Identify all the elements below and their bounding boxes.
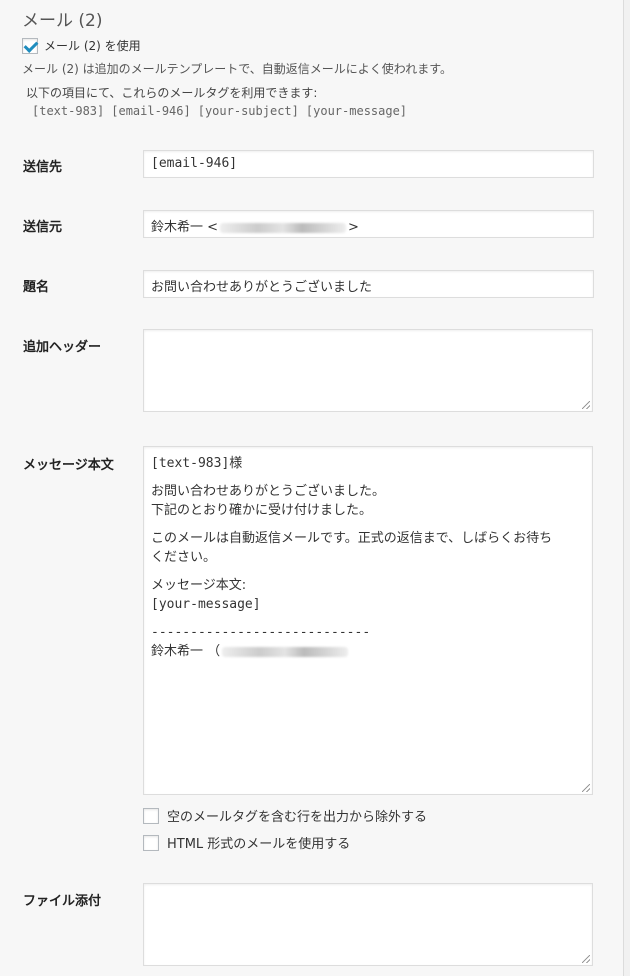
attachments-label: ファイル添付 — [23, 894, 102, 909]
body-line: お問い合わせありがとうございました。 — [151, 484, 386, 499]
from-input[interactable]: 鈴木希一 < > — [143, 210, 594, 238]
use-html-row[interactable]: HTML 形式のメールを使用する — [143, 833, 350, 852]
to-label: 送信先 — [23, 160, 63, 175]
mail2-panel: メール (2) メール (2) を使用 メール (2) は追加のメールテンプレー… — [0, 0, 624, 976]
use-html-label[interactable]: HTML 形式のメールを使用する — [167, 833, 350, 852]
body-line: このメールは自動返信メールです。正式の返信まで、しばらくお待ち — [151, 531, 553, 546]
body-line: ---------------------------- — [151, 625, 371, 640]
additional-headers-textarea[interactable] — [143, 329, 593, 412]
body-line: [your-message] — [151, 597, 261, 612]
from-label: 送信元 — [23, 220, 63, 235]
resize-grip-icon[interactable] — [582, 955, 590, 963]
exclude-blank-row[interactable]: 空のメールタグを含む行を出力から除外する — [143, 806, 427, 825]
mail-tag[interactable]: [your-message] — [306, 104, 407, 118]
mail-tag[interactable]: [text-983] — [32, 104, 104, 118]
to-input[interactable]: [email-946] — [143, 150, 594, 178]
body-line: [text-983]様 — [151, 456, 243, 471]
body-signature-line: 鈴木希一 （ — [151, 642, 585, 661]
from-suffix: > — [348, 220, 359, 235]
attachments-textarea[interactable] — [143, 883, 593, 966]
message-body-textarea[interactable]: [text-983]様 お問い合わせありがとうございました。 下記のとおり確かに… — [143, 446, 593, 795]
message-body-label: メッセージ本文 — [23, 458, 114, 473]
subject-input[interactable]: お問い合わせありがとうございました — [143, 270, 594, 298]
section-title: メール (2) — [22, 11, 103, 31]
subject-label: 題名 — [23, 280, 50, 295]
message-body-text: [text-983]様 お問い合わせありがとうございました。 下記のとおり確かに… — [151, 454, 585, 661]
mail-tags-intro: 以下の項目にて、これらのメールタグを利用できます: — [26, 86, 318, 100]
exclude-blank-checkbox[interactable] — [143, 807, 159, 824]
body-signature-name: 鈴木希一 （ — [151, 644, 221, 659]
redacted-email — [220, 222, 347, 233]
exclude-blank-label[interactable]: 空のメールタグを含む行を出力から除外する — [167, 806, 427, 825]
additional-headers-label: 追加ヘッダー — [23, 340, 102, 355]
mail-tag[interactable]: [your-subject] — [198, 104, 299, 118]
enable-mail2-checkbox[interactable] — [22, 37, 38, 54]
body-line: 下記のとおり確かに受け付けました。 — [151, 503, 373, 518]
mail2-description: メール (2) は追加のメールテンプレートで、自動返信メールによく使われます。 — [22, 62, 452, 76]
mail-tag[interactable]: [email-946] — [111, 104, 190, 118]
resize-grip-icon[interactable] — [582, 784, 590, 792]
enable-mail2-row[interactable]: メール (2) を使用 — [22, 37, 141, 54]
from-name: 鈴木希一 < — [151, 220, 219, 235]
mail-tags-list: [text-983] [email-946] [your-subject] [your… — [32, 104, 414, 118]
resize-grip-icon[interactable] — [582, 401, 590, 409]
body-line: メッセージ本文: — [151, 578, 247, 593]
enable-mail2-label[interactable]: メール (2) を使用 — [44, 37, 141, 54]
body-line: ください。 — [151, 550, 217, 565]
redacted-email — [222, 646, 349, 657]
use-html-checkbox[interactable] — [143, 834, 159, 851]
